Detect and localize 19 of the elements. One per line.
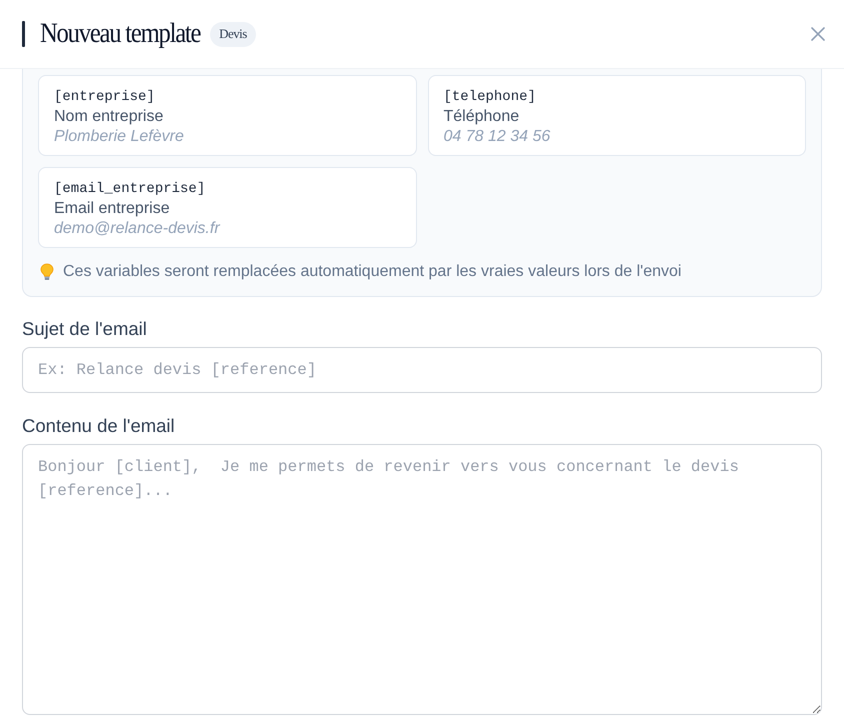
variable-example: 04 78 12 34 56 [444, 127, 552, 147]
variable-label: Email entreprise [54, 199, 171, 219]
variable-code: [email_entreprise] [54, 180, 206, 199]
subject-input[interactable]: Ex: Relance devis [reference] [22, 347, 822, 393]
field-label: Contenu de l'email [22, 415, 176, 437]
field-label: Sujet de l'email [22, 318, 148, 340]
dialog-title: Nouveau template [40, 17, 200, 51]
accent-bar [22, 21, 25, 47]
tip-text: Ces variables seront remplacées automatiquement par les vraies valeurs lors de l'envoi [63, 262, 682, 282]
variable-code: [entreprise] [54, 88, 156, 107]
content-textarea[interactable]: Bonjour [client], Je me permets de revenir vers vous concernant le devis [reference]... [22, 444, 822, 715]
variable-example: demo@relance-devis.fr [54, 219, 222, 239]
variable-label: Nom entreprise [54, 107, 164, 127]
category-badge: Devis [210, 22, 256, 46]
variable-label: Téléphone [444, 107, 520, 127]
variable-example: Plomberie Lefèvre [54, 127, 185, 147]
close-icon [811, 27, 825, 41]
variable-code: [telephone] [444, 88, 537, 107]
lightbulb-icon [40, 263, 54, 281]
